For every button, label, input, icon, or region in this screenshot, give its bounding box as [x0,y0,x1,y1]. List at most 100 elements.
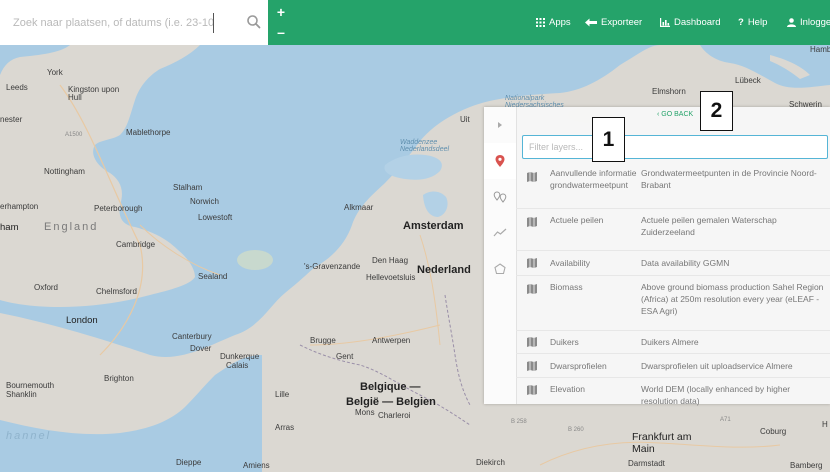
login-button[interactable]: Inloggen [787,0,830,45]
user-icon [787,18,796,27]
map-label-belgie: België — Belgien [346,396,436,408]
map-pin-icon [495,155,505,167]
map-label-hellevoetsluis: Hellevoetsluis [366,273,416,282]
search-icon[interactable] [245,13,263,31]
map-label-amiens: Amiens [243,461,270,470]
map-label-calais: Calais [226,361,249,370]
bar-chart-icon [660,18,670,27]
login-label: Inloggen [800,17,830,28]
zoom-out-button[interactable]: – [276,25,286,39]
chevron-right-icon [498,122,502,128]
go-back-link[interactable]: ‹ GO BACK [657,111,693,118]
rail-tab-points[interactable] [484,143,516,179]
map-label-amsterdam: Amsterdam [403,220,464,232]
apps-label: Apps [549,17,571,28]
layer-description: Actuele peilen gemalen Waterschap Zuider… [641,215,777,237]
map-label-waddenzee: Waddenzee Nederlandsdeel [400,139,450,153]
layer-name: Elevation [550,384,585,394]
layer-name: Availability [550,258,591,268]
map-label-shanklin: Shanklin [6,390,37,399]
rail-tab-multi-points[interactable] [484,179,516,215]
map-label-england: England [44,221,99,233]
map-label-london: London [66,315,98,326]
dashboard-label: Dashboard [674,17,721,28]
map-layer-icon [527,217,537,227]
map-label-den-haag: Den Haag [372,256,409,265]
layer-row[interactable]: Actuele peilen Actuele peilen gemalen Wa… [516,209,830,251]
panel-side-rail [484,107,517,404]
map-label-frankfurt: Frankfurt am Main [632,431,692,455]
dashboard-button[interactable]: Dashboard [660,0,720,45]
search-bar [0,0,268,45]
layer-description: Dwarsprofielen uit uploadservice Almere [641,361,793,371]
map-label-bamberg: Bamberg [790,461,823,470]
grid-icon [536,18,545,27]
layer-description: Grondwatermeetpunten in de Provincie Noo… [641,168,817,190]
layer-name: Dwarsprofielen [550,361,607,371]
rail-tab-polygons[interactable] [484,251,516,287]
layer-row[interactable]: Aanvullende informatie grondwatermeetpun… [516,164,830,209]
map-label-b260: B 260 [568,427,584,433]
map-label-dunkerque: Dunkerque [220,352,260,361]
map-layer-icon [527,361,537,371]
layer-row[interactable]: Availability Data availability GGMN [516,251,830,276]
polygon-icon [494,263,506,275]
map-label-lubeck: Lübeck [735,76,761,85]
export-button[interactable]: Exporteer [585,0,642,45]
filter-layers-input[interactable] [522,135,828,159]
map-label-channel: hannel [6,430,52,442]
map-label-erhampton: erhampton [0,202,39,211]
layer-row[interactable]: Elevation World DEM (locally enhanced by… [516,378,830,410]
map-label-elmshorn: Elmshorn [652,87,686,96]
annotation-badge-2: 2 [700,91,733,131]
map-label-nederland: Nederland [417,264,471,276]
map-label-uit: Uit [460,115,470,124]
layer-row[interactable]: Duikers Duikers Almere [516,331,830,354]
map-label-york: York [47,68,63,77]
collapse-panel-button[interactable] [484,107,516,143]
line-chart-icon [493,228,507,237]
map-label-bournemouth: Bournemouth [6,381,55,390]
help-label: Help [747,17,768,28]
layer-description: Duikers Almere [641,337,699,347]
map-label-norwich: Norwich [190,197,219,206]
map-label-alkmaar: Alkmaar [344,203,374,212]
map-label-sealand: Sealand [198,272,228,281]
map-layer-icon [527,284,537,294]
map-label-peterborough: Peterborough [94,204,143,213]
map-label-coburg: Coburg [760,427,787,436]
layer-name: Biomass [550,282,583,292]
map-label-canterbury: Canterbury [172,332,212,341]
map-label-brighton: Brighton [104,374,134,383]
map-label-ham: ham [0,222,19,233]
map-label-h: H [822,420,828,429]
map-label-b258: B 258 [511,419,527,425]
help-button[interactable]: ? Help [738,0,767,45]
arrow-left-icon [585,18,597,27]
map-label-gent: Gent [336,352,354,361]
map-label-brugge: Brugge [310,336,336,345]
map-label-chelmsford: Chelmsford [96,287,137,296]
layer-description: Above ground biomass production Sahel Re… [641,282,824,316]
top-bar: + – Apps Exporteer Dashboard ? Help Inlo… [0,0,830,45]
search-input[interactable] [13,13,214,33]
rail-tab-lines[interactable] [484,215,516,251]
layer-description: Data availability GGMN [641,258,730,268]
layer-row[interactable]: Biomass Above ground biomass production … [516,276,830,331]
annotation-badge-1: 1 [592,117,625,162]
map-label-chester: nester [0,115,23,124]
apps-button[interactable]: Apps [536,0,571,45]
map-label-hamb: Hamb [810,45,830,54]
zoom-in-button[interactable]: + [276,5,286,19]
layer-row[interactable]: Dwarsprofielen Dwarsprofielen uit upload… [516,354,830,378]
layer-name: Actuele peilen [550,215,604,225]
map-label-darmstadt: Darmstadt [628,459,665,468]
map-label-oxford: Oxford [34,283,59,292]
map-label-mablethorpe: Mablethorpe [126,128,171,137]
map-layer-icon [527,337,537,347]
map-label-leeds: Leeds [6,83,28,92]
map-layer-icon [527,385,537,395]
map-label-antwerpen: Antwerpen [372,336,411,345]
map-label-dover: Dover [190,344,212,353]
map-label-cambridge: Cambridge [116,240,156,249]
